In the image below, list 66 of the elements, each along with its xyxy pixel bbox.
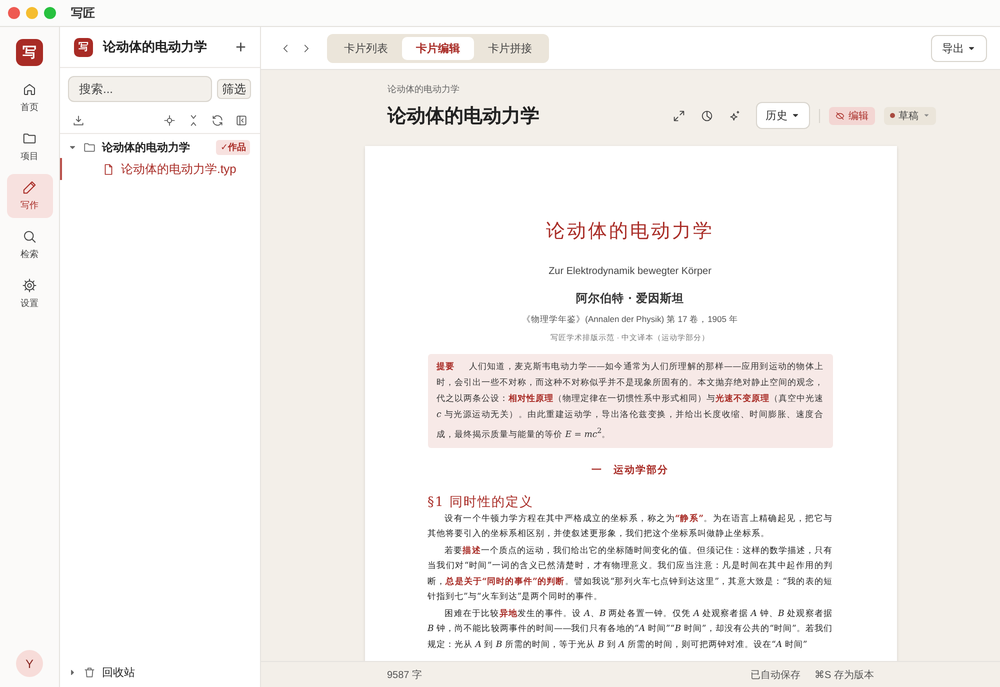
caret-icon bbox=[790, 111, 800, 120]
avatar-button[interactable]: Y bbox=[16, 650, 43, 677]
crosshair-icon bbox=[163, 114, 176, 127]
export-button[interactable]: 导出 bbox=[931, 34, 987, 62]
nav-item[interactable]: 项目 bbox=[6, 125, 52, 169]
settings-icon bbox=[22, 278, 37, 293]
paper-title: 论动体的电动力学 bbox=[545, 219, 715, 244]
add-button[interactable]: + bbox=[235, 36, 246, 58]
breadcrumb: 论动体的电动力学 bbox=[388, 83, 460, 96]
view-tab[interactable]: 卡片列表 bbox=[330, 36, 402, 60]
body-paragraph: 设有一个牛顿力学方程在其中严格成立的坐标系，称之为“静系”。为在语言上精确起见，把它与其他将要引入的坐标系相区别，并使叙述更形象，我们把这个坐标系叫做静止坐标系。 bbox=[428, 512, 832, 542]
nav-item[interactable]: 写作 bbox=[6, 174, 52, 218]
file-icon bbox=[102, 162, 115, 176]
pencil-icon bbox=[22, 180, 37, 195]
status-dot bbox=[890, 113, 894, 118]
nav-item[interactable]: 设置 bbox=[6, 272, 52, 316]
autosave-status: 已自动保存 bbox=[750, 668, 801, 682]
body-paragraph: 困难在于比较异地发生的事件。设 A、B 两处各置一钟。仅凭 A 处观察者据 A 钟、B 处观察者据 B 钟，尚不能比较两事件的时间——我们只有各地的“A 时间”“B 时间”，却没有公共的“时间”。若我们规定：光从 A 到 B 所需的时间，等于光从 B 到 A 所需的时间，则可把两钟对准。设在“A 时间” bbox=[428, 608, 832, 652]
nav-label: 设置 bbox=[20, 297, 38, 310]
trash-icon bbox=[83, 666, 96, 678]
trash-item[interactable]: 回收站 bbox=[60, 659, 260, 685]
filter-button[interactable]: 筛选 bbox=[217, 79, 251, 99]
search-icon bbox=[22, 229, 37, 244]
nav-item[interactable]: 检索 bbox=[6, 223, 52, 267]
save-version-hint: ⌘S 存为版本 bbox=[814, 668, 874, 682]
sidebar-toggle-icon bbox=[235, 114, 248, 127]
zoom-button[interactable] bbox=[44, 7, 56, 19]
paper-author: 阿尔伯特 · 爱因斯坦 bbox=[574, 291, 685, 306]
status-badge: ✓作品 bbox=[216, 140, 250, 154]
folder-icon bbox=[22, 131, 37, 146]
subsection-heading: §1 同时性的定义 bbox=[428, 494, 534, 511]
nav-label: 检索 bbox=[20, 248, 38, 261]
view-tab[interactable]: 卡片拼接 bbox=[474, 36, 546, 60]
search-field[interactable]: 搜索... bbox=[68, 76, 212, 102]
nav-label: 写作 bbox=[20, 199, 38, 212]
nav-item[interactable]: 首页 bbox=[6, 76, 52, 120]
abstract-label: 提要 bbox=[436, 362, 455, 372]
download-icon bbox=[72, 114, 85, 127]
project-name: 论动体的电动力学 bbox=[103, 38, 208, 56]
refresh-icon bbox=[211, 114, 224, 127]
close-button[interactable] bbox=[8, 7, 20, 19]
sparkle-icon bbox=[728, 108, 742, 122]
history-button[interactable]: 历史 bbox=[756, 102, 810, 129]
nav-label: 项目 bbox=[20, 150, 38, 163]
nav-label: 首页 bbox=[20, 101, 38, 114]
app-logo: 写 bbox=[16, 39, 43, 66]
document-title: 论动体的电动力学 bbox=[388, 105, 540, 129]
word-count: 9587 字 bbox=[387, 668, 422, 682]
caret-icon bbox=[922, 112, 930, 119]
section-heading: 一 运动学部分 bbox=[590, 464, 670, 477]
minimize-button[interactable] bbox=[26, 7, 38, 19]
expand-icon bbox=[672, 108, 686, 122]
eye-off-icon bbox=[834, 110, 844, 120]
project-logo: 写 bbox=[74, 38, 93, 56]
folder-icon bbox=[83, 140, 96, 154]
journal-line: 《物理学年鉴》(Annalen der Physik) 第 17 卷，1905 年 bbox=[521, 314, 739, 326]
tree-item[interactable]: 论动体的电动力学 ✓作品 bbox=[60, 136, 260, 158]
window-title: 写匠 bbox=[71, 4, 95, 22]
view-tab[interactable]: 卡片编辑 bbox=[402, 36, 474, 60]
home-icon bbox=[22, 82, 37, 97]
body-paragraph: 若要描述一个质点的运动，我们给出它的坐标随时间变化的值。但须记住：这样的数学描述，只有当我们对“时间”一词的含义已然清楚时，才有物理意义。我们应当注意：凡是时间在其中起作用的判断，总是关于“同时的事件”的判断。譬如我说“那列火车七点钟到达这里”，其意大致是：“我的表的短针指到七”与“火车到达”是两个同时的事件。 bbox=[428, 544, 832, 604]
pie-chart-icon bbox=[700, 108, 714, 122]
edit-mode-button[interactable]: 编辑 bbox=[828, 106, 874, 124]
status-dropdown[interactable]: 草稿 bbox=[884, 106, 936, 124]
paper-subtitle: Zur Elektrodynamik bewegter Körper bbox=[548, 266, 712, 277]
abstract-text: 提要 人们知道，麦克斯韦电动力学——如今通常为人们所理解的那样——应用到运动的物体上时，会引出一些不对称，而这种不对称似乎并不是现象所固有的。本文抛弃绝对静止空间的观念，代之以两条公设：相对性原理（物理定律在一切惯性系中形式相同）与光速不变原理（真空中光速 c 与光源运动无关）。由此重建运动学，导出洛伦兹变换，并给出长度收缩、时间膨胀、速度合成，最终揭示质量与能量的等价 E = mc$^{2}$。 bbox=[436, 360, 824, 442]
